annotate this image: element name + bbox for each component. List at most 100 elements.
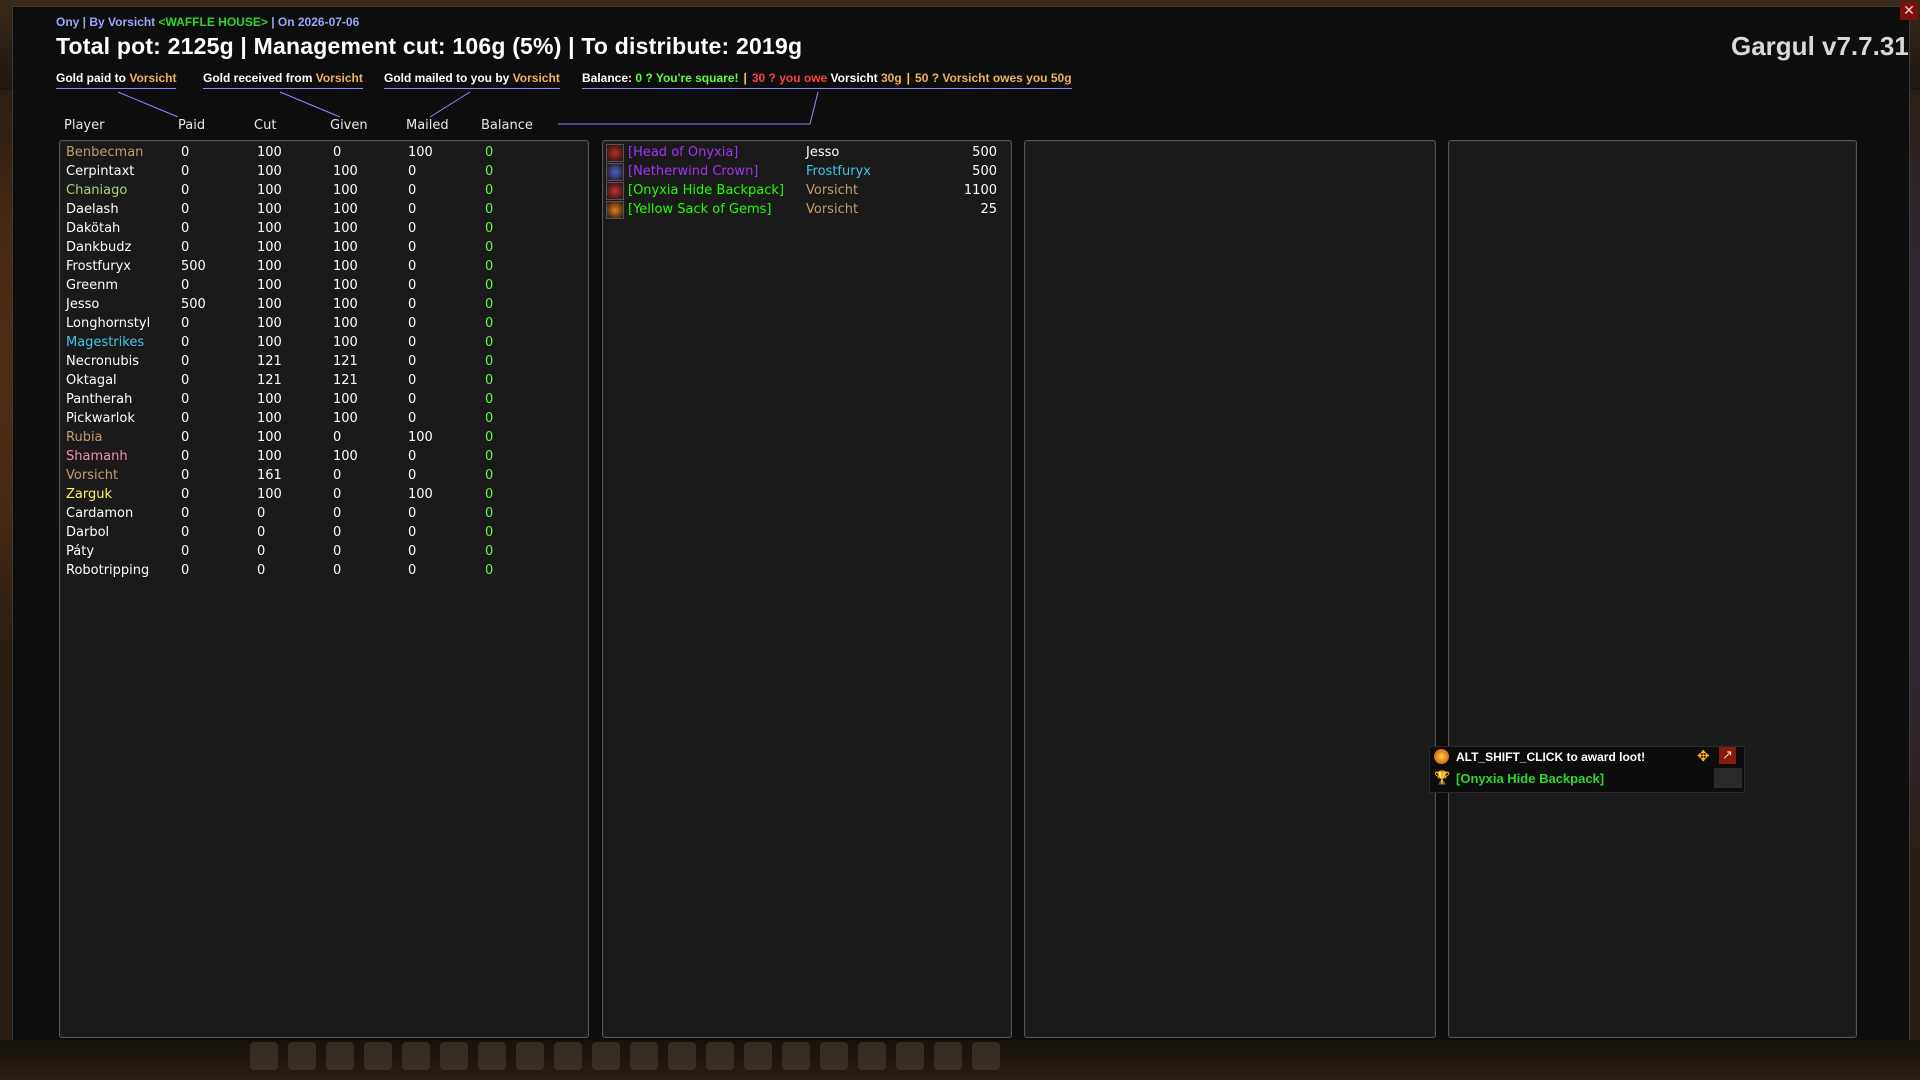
pot-summary-title: Total pot: 2125g | Management cut: 106g … [56,33,803,59]
player-paid: 0 [181,316,190,331]
player-balance: 0 [485,240,494,255]
close-button[interactable]: ✕ [1900,2,1918,20]
balance-owe-amount: 30g [877,71,902,85]
player-paid: 0 [181,335,190,350]
loot-item-link[interactable]: [Yellow Sack of Gems] [628,200,772,219]
tab-gold-received-player: Vorsicht [315,71,363,85]
player-cut: 100 [257,183,282,198]
player-mailed: 0 [408,240,417,255]
player-cut: 0 [257,506,266,521]
player-given: 100 [333,297,358,312]
player-cut: 100 [257,335,282,350]
player-name: Dankbudz [66,240,132,255]
player-given: 100 [333,202,358,217]
player-paid: 500 [181,297,206,312]
player-paid: 0 [181,278,190,293]
player-name: Longhornstyl [66,316,151,331]
loot-winner: Frostfuryx [806,164,871,179]
player-mailed: 0 [408,278,417,293]
player-mailed: 0 [408,373,417,388]
player-paid: 500 [181,259,206,274]
player-name: Darbol [66,525,110,540]
player-mailed: 0 [408,164,417,179]
balance-owe-text: 30 ? you owe [751,71,831,85]
player-name: Greenm [66,278,119,293]
player-mailed: 0 [408,563,417,578]
player-name: Shamanh [66,449,128,464]
player-given: 0 [333,468,342,483]
player-paid: 0 [181,506,190,521]
column-header-balance: Balance [481,118,533,133]
loot-panel [602,140,1012,1038]
loot-item-link[interactable]: [Onyxia Hide Backpack] [628,181,784,200]
player-mailed: 0 [408,544,417,559]
player-cut: 100 [257,411,282,426]
player-mailed: 0 [408,525,417,540]
player-cut: 0 [257,525,266,540]
move-icon[interactable]: ✥ [1697,748,1710,764]
player-name: Dakötah [66,221,121,236]
open-window-icon[interactable]: ↗ [1719,747,1736,764]
player-paid: 0 [181,240,190,255]
tab-gold-mailed[interactable]: Gold mailed to you by Vorsicht [384,71,560,89]
player-name: Pickwarlok [66,411,135,426]
player-name: Frostfuryx [66,259,131,274]
loot-winner: Jesso [806,145,840,160]
player-cut: 100 [257,278,282,293]
player-given: 100 [333,164,358,179]
tab-gold-paid-player: Vorsicht [129,71,177,85]
player-cut: 100 [257,202,282,217]
player-given: 100 [333,392,358,407]
addon-version: Gargul v7.7.31 [1731,31,1909,61]
award-hint: ALT_SHIFT_CLICK to award loot! [1456,750,1646,764]
player-name: Benbecman [66,145,144,160]
player-cut: 100 [257,164,282,179]
player-cut: 100 [257,240,282,255]
tab-gold-received[interactable]: Gold received from Vorsicht [203,71,363,89]
player-given: 121 [333,373,358,388]
player-given: 0 [333,145,342,160]
player-given: 0 [333,544,342,559]
player-paid: 0 [181,373,190,388]
player-mailed: 0 [408,297,417,312]
action-bar [250,1042,1650,1074]
balance-label: Balance: [582,71,633,85]
player-balance: 0 [485,506,494,521]
player-paid: 0 [181,183,190,198]
player-given: 100 [333,240,358,255]
player-given: 100 [333,335,358,350]
loot-price: 1100 [963,183,997,198]
player-balance: 0 [485,202,494,217]
player-balance: 0 [485,259,494,274]
player-mailed: 0 [408,259,417,274]
player-balance: 0 [485,221,494,236]
player-paid: 0 [181,221,190,236]
award-item-link[interactable]: [Onyxia Hide Backpack] [1456,771,1604,786]
tab-gold-paid[interactable]: Gold paid to Vorsicht [56,71,177,89]
player-name: Vorsicht [66,468,119,483]
player-mailed: 0 [408,202,417,217]
tab-gold-received-label: Gold received from [203,71,316,85]
loot-item-link[interactable]: [Netherwind Crown] [628,162,758,181]
player-cut: 100 [257,221,282,236]
loot-item-link[interactable]: [Head of Onyxia] [628,143,738,162]
guild-name: <WAFFLE HOUSE> [158,15,268,29]
loot-price: 500 [972,145,997,160]
player-given: 0 [333,430,342,445]
player-given: 100 [333,411,358,426]
player-balance: 0 [485,525,494,540]
player-balance: 0 [485,392,494,407]
player-paid: 0 [181,202,190,217]
player-given: 100 [333,316,358,331]
tab-gold-mailed-player: Vorsicht [512,71,560,85]
player-balance: 0 [485,145,494,160]
player-cut: 121 [257,354,282,369]
player-balance: 0 [485,563,494,578]
player-cut: 161 [257,468,282,483]
tab-gold-mailed-label: Gold mailed to you by [384,71,513,85]
player-mailed: 0 [408,468,417,483]
player-cut: 100 [257,449,282,464]
player-paid: 0 [181,354,190,369]
player-given: 100 [333,183,358,198]
player-mailed: 0 [408,221,417,236]
